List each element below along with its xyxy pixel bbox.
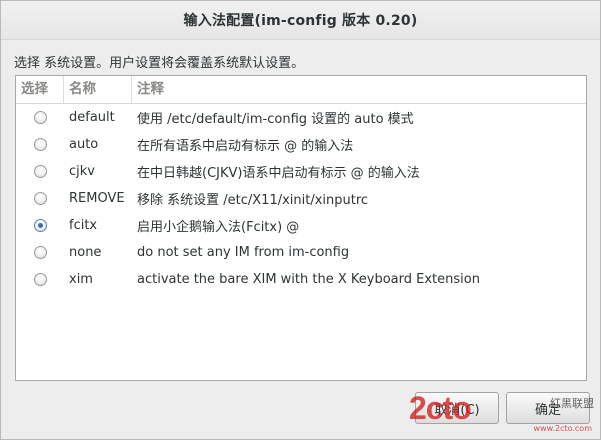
list-row-default[interactable]: default 使用 /etc/default/im-config 设置的 au…	[16, 104, 586, 131]
row-note: 启用小企鹅输入法(Fcitx) @	[137, 220, 300, 235]
column-header-note[interactable]: 注释	[132, 76, 586, 103]
radio-button[interactable]	[33, 111, 47, 124]
row-name: REMOVE	[69, 191, 125, 206]
row-note: activate the bare XIM with the X Keyboar…	[137, 272, 480, 287]
radio-button[interactable]	[33, 165, 47, 178]
row-name: default	[69, 110, 115, 125]
row-note: 在所有语系中启动有标示 @ 的输入法	[137, 139, 354, 154]
cancel-button[interactable]: 取消(C)	[415, 392, 499, 424]
row-note: 使用 /etc/default/im-config 设置的 auto 模式	[137, 112, 414, 127]
list-row-remove[interactable]: REMOVE 移除 系统设置 /etc/X11/xinit/xinputrc	[16, 185, 586, 212]
list-row-fcitx[interactable]: fcitx 启用小企鹅输入法(Fcitx) @	[16, 212, 586, 239]
radio-button[interactable]	[33, 192, 47, 205]
radio-button[interactable]	[33, 273, 47, 286]
row-name: auto	[69, 137, 99, 152]
list-row-cjkv[interactable]: cjkv 在中日韩越(CJKV)语系中启动有标示 @ 的输入法	[16, 158, 586, 185]
list-row-xim[interactable]: xim activate the bare XIM with the X Key…	[16, 266, 586, 293]
row-name: xim	[69, 272, 93, 287]
column-header-name[interactable]: 名称	[64, 76, 132, 103]
row-name: fcitx	[69, 218, 98, 233]
instruction-message: 选择 系统设置。用户设置将会覆盖系统默认设置。	[14, 56, 305, 71]
im-config-dialog: 输入法配置(im-config 版本 0.20) 选择 系统设置。用户设置将会覆…	[0, 0, 601, 440]
row-name: none	[69, 245, 102, 260]
row-name: cjkv	[69, 164, 95, 179]
window-title: 输入法配置(im-config 版本 0.20)	[183, 13, 418, 29]
list-header: 选择 名称 注释	[16, 76, 586, 104]
row-note: 在中日韩越(CJKV)语系中启动有标示 @ 的输入法	[137, 166, 420, 181]
list-row-auto[interactable]: auto 在所有语系中启动有标示 @ 的输入法	[16, 131, 586, 158]
radio-button-selected[interactable]	[33, 219, 47, 232]
row-note: 移除 系统设置 /etc/X11/xinit/xinputrc	[137, 193, 369, 208]
radio-button[interactable]	[33, 246, 47, 259]
title-bar[interactable]: 输入法配置(im-config 版本 0.20)	[1, 1, 600, 40]
radio-button[interactable]	[33, 138, 47, 151]
row-note: do not set any IM from im-config	[137, 245, 350, 260]
input-method-list: 选择 名称 注释 default 使用 /etc/default/im-conf…	[15, 75, 587, 381]
watermark-url: www.2cto.com	[533, 424, 592, 433]
list-row-none[interactable]: none do not set any IM from im-config	[16, 239, 586, 266]
column-header-select[interactable]: 选择	[16, 76, 64, 103]
list-rows: default 使用 /etc/default/im-config 设置的 au…	[16, 104, 586, 293]
ok-button[interactable]: 确定	[506, 392, 590, 424]
